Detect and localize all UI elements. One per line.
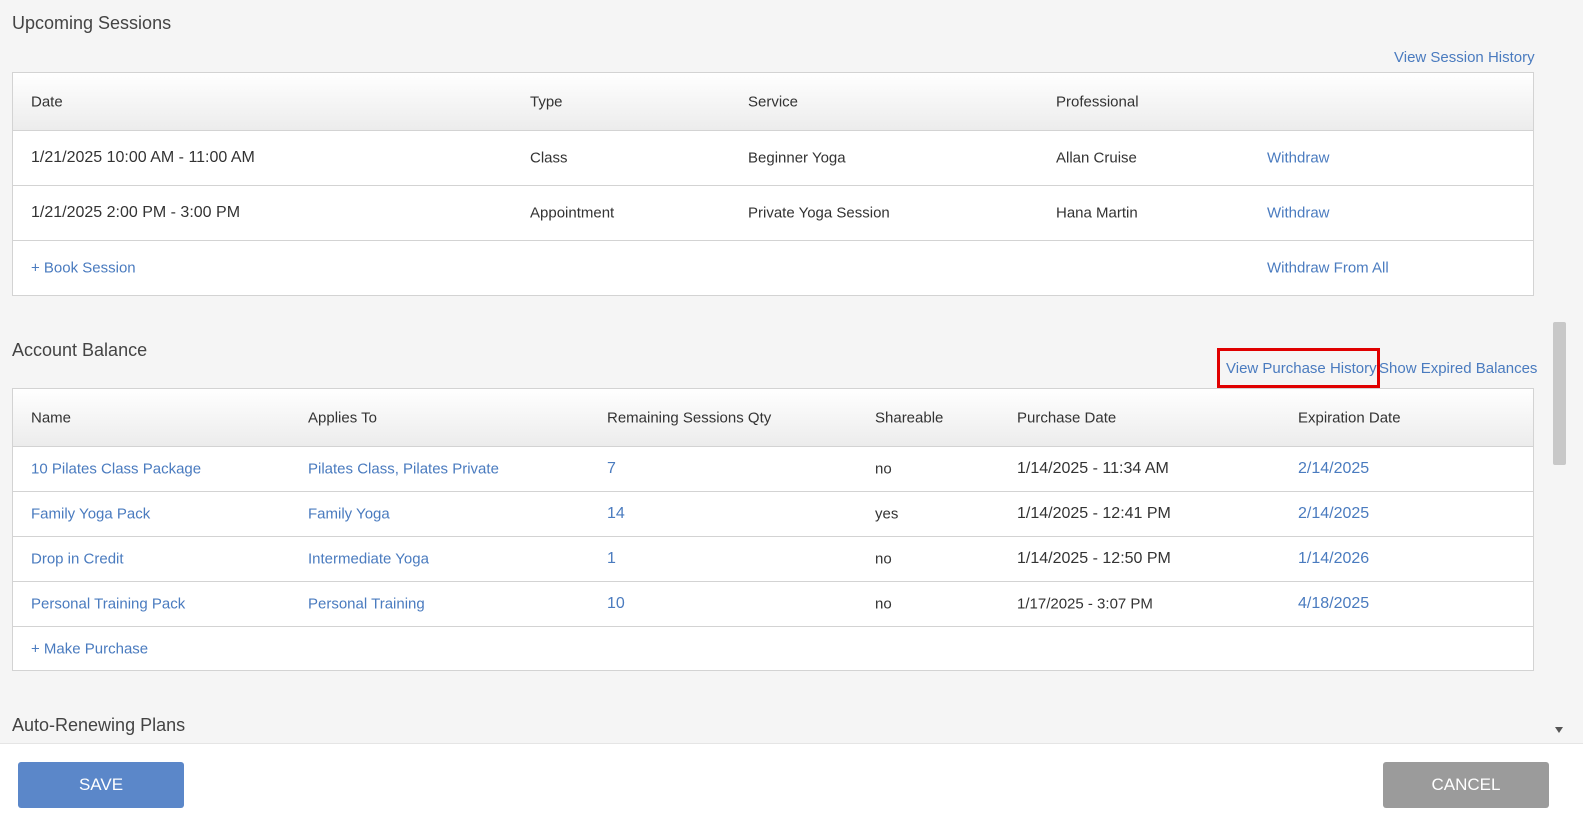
table-row: Family Yoga Pack Family Yoga 14 yes 1/14…	[13, 492, 1533, 537]
remaining-qty-link[interactable]: 1	[607, 550, 616, 568]
session-date: 1/21/2025 10:00 AM - 11:00 AM	[31, 149, 255, 166]
purchase-date-value: 1/14/2025 - 11:34 AM	[1017, 460, 1169, 477]
shareable-value: no	[875, 550, 892, 568]
applies-to-link[interactable]: Intermediate Yoga	[308, 551, 429, 568]
remaining-qty-link[interactable]: 10	[607, 595, 625, 613]
auto-renewing-plans-title: Auto-Renewing Plans	[12, 715, 186, 735]
table-row: 10 Pilates Class Package Pilates Class, …	[13, 447, 1533, 492]
session-professional: Hana Martin	[1056, 204, 1138, 222]
upcoming-sessions-table: Date Type Service Professional 1/21/2025…	[12, 72, 1534, 296]
withdraw-from-all-link[interactable]: Withdraw From All	[1267, 260, 1389, 277]
session-type: Appointment	[530, 204, 615, 222]
withdraw-link[interactable]: Withdraw	[1267, 205, 1330, 222]
table-row: + Make Purchase	[13, 627, 1533, 670]
show-expired-balances-link[interactable]: Show Expired Balances	[1379, 360, 1537, 377]
shareable-value: no	[875, 460, 892, 478]
expiration-date-link[interactable]: 1/14/2026	[1298, 550, 1369, 568]
balance-name-link[interactable]: Personal Training Pack	[31, 596, 185, 613]
view-session-history-link[interactable]: View Session History	[1394, 49, 1535, 66]
upcoming-sessions-title: Upcoming Sessions	[12, 13, 172, 33]
session-service: Private Yoga Session	[748, 204, 890, 222]
table-row: 1/21/2025 2:00 PM - 3:00 PM Appointment …	[13, 186, 1533, 241]
session-professional: Allan Cruise	[1056, 149, 1137, 167]
footer-bar: SAVE CANCEL	[0, 743, 1583, 829]
withdraw-link[interactable]: Withdraw	[1267, 150, 1330, 167]
purchase-date-value: 1/17/2025 - 3:07 PM	[1017, 595, 1153, 613]
remaining-qty-link[interactable]: 7	[607, 460, 616, 478]
purchase-date-value: 1/14/2025 - 12:41 PM	[1017, 505, 1171, 522]
col-expiration-date: Expiration Date	[1298, 409, 1401, 426]
col-professional: Professional	[1056, 93, 1139, 110]
scroll-down-icon[interactable]	[1555, 727, 1563, 733]
expiration-date-link[interactable]: 2/14/2025	[1298, 505, 1369, 523]
table-row: + Book Session Withdraw From All	[13, 241, 1533, 295]
cancel-button[interactable]: CANCEL	[1383, 762, 1549, 808]
save-button[interactable]: SAVE	[18, 762, 184, 808]
purchase-date-value: 1/14/2025 - 12:50 PM	[1017, 550, 1171, 567]
applies-to-link[interactable]: Pilates Class, Pilates Private	[308, 461, 499, 478]
page-content: Upcoming Sessions View Session History D…	[0, 0, 1583, 743]
col-service: Service	[748, 93, 799, 110]
col-applies-to: Applies To	[308, 409, 377, 426]
table-row: Drop in Credit Intermediate Yoga 1 no 1/…	[13, 537, 1533, 582]
expiration-date-link[interactable]: 2/14/2025	[1298, 460, 1369, 478]
upcoming-sessions-header: Date Type Service Professional	[13, 73, 1533, 131]
balance-name-link[interactable]: Drop in Credit	[31, 551, 124, 568]
remaining-qty-link[interactable]: 14	[607, 505, 625, 523]
applies-to-link[interactable]: Personal Training	[308, 596, 425, 613]
account-balance-table: Name Applies To Remaining Sessions Qty S…	[12, 388, 1534, 671]
session-service: Beginner Yoga	[748, 149, 846, 167]
make-purchase-link[interactable]: + Make Purchase	[31, 640, 148, 657]
account-balance-header: Name Applies To Remaining Sessions Qty S…	[13, 389, 1533, 447]
col-shareable: Shareable	[875, 409, 944, 426]
balance-name-link[interactable]: 10 Pilates Class Package	[31, 461, 201, 478]
scrollbar-thumb[interactable]	[1553, 322, 1566, 465]
highlight-box	[1217, 348, 1380, 388]
col-purchase-date: Purchase Date	[1017, 409, 1117, 426]
table-row: 1/21/2025 10:00 AM - 11:00 AM Class Begi…	[13, 131, 1533, 186]
col-type: Type	[530, 93, 563, 110]
applies-to-link[interactable]: Family Yoga	[308, 506, 390, 523]
expiration-date-link[interactable]: 4/18/2025	[1298, 595, 1369, 613]
col-remaining-qty: Remaining Sessions Qty	[607, 409, 772, 426]
page-scrollbar[interactable]	[1551, 0, 1568, 743]
col-date: Date	[31, 93, 63, 110]
col-name: Name	[31, 409, 72, 426]
table-row: Personal Training Pack Personal Training…	[13, 582, 1533, 627]
session-type: Class	[530, 149, 568, 167]
shareable-value: yes	[875, 505, 899, 523]
balance-name-link[interactable]: Family Yoga Pack	[31, 506, 150, 523]
shareable-value: no	[875, 595, 892, 613]
book-session-link[interactable]: + Book Session	[31, 260, 136, 277]
session-date: 1/21/2025 2:00 PM - 3:00 PM	[31, 204, 241, 221]
account-balance-title: Account Balance	[12, 340, 148, 360]
